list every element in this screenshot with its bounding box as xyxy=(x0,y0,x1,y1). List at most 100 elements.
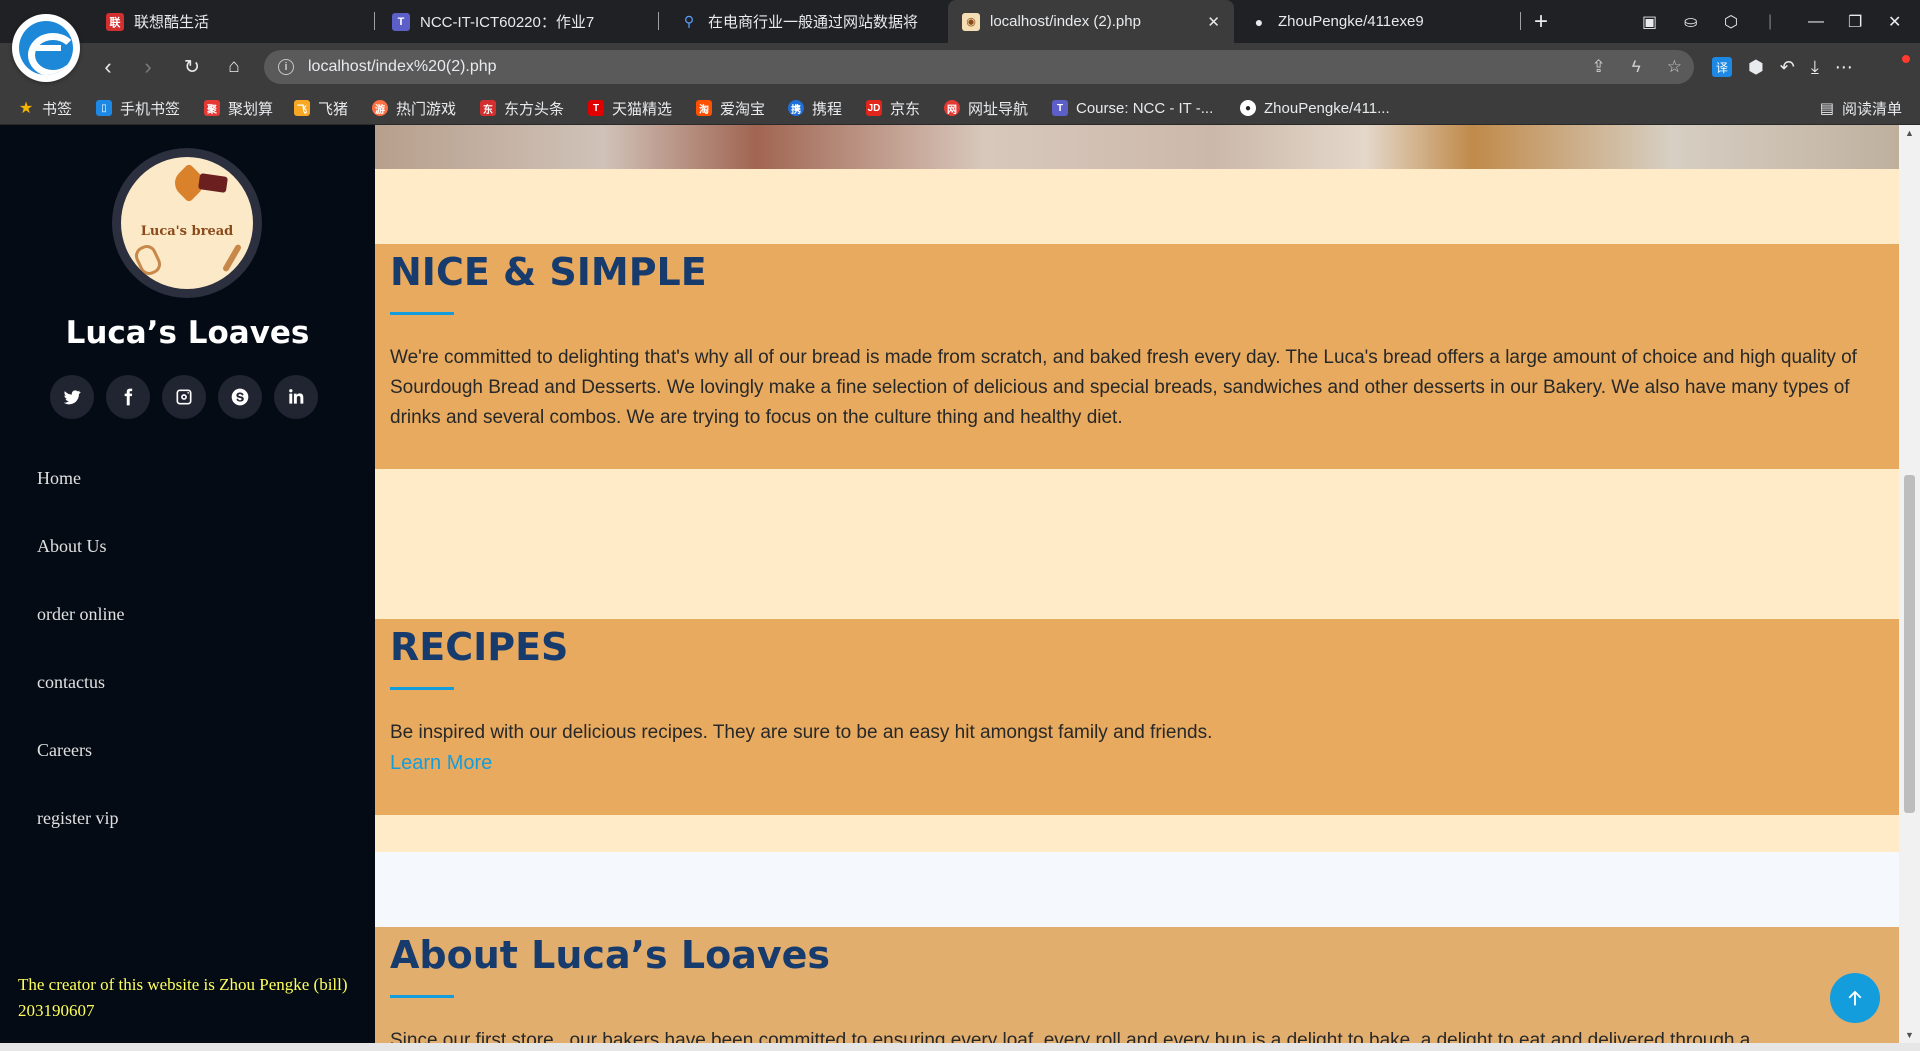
teams-icon: T xyxy=(1052,100,1068,116)
tab-label: 在电商行业一般通过网站数据将 xyxy=(708,14,919,31)
undo-icon[interactable]: ↶ xyxy=(1780,57,1795,78)
browser-logo-icon[interactable] xyxy=(12,14,80,82)
translate-icon[interactable]: 译 xyxy=(1712,57,1732,77)
github-icon: ● xyxy=(1240,100,1256,116)
tab-ncc[interactable]: T NCC-IT-ICT60220：作业7 xyxy=(378,0,660,43)
feizhu-icon: 飞 xyxy=(294,100,310,116)
dongfang-icon: 东 xyxy=(480,100,496,116)
bookmark-item[interactable]: 淘爱淘宝 xyxy=(696,91,765,125)
title-underline xyxy=(390,995,454,998)
bookmark-item[interactable]: ● ZhouPengke/411... xyxy=(1240,91,1390,125)
bookmark-item[interactable]: ▯ 手机书签 xyxy=(96,91,180,125)
tab-lenovo[interactable]: 联 联想酷生活 xyxy=(92,0,382,43)
section-nice-simple: NICE & SIMPLE We're committed to delight… xyxy=(375,244,1899,469)
home-button[interactable]: ⌂ xyxy=(218,51,250,83)
bookmark-item[interactable]: 游热门游戏 xyxy=(372,91,456,125)
tab-search[interactable]: ⚲ 在电商行业一般通过网站数据将 xyxy=(666,0,946,43)
star-icon[interactable]: ☆ xyxy=(1667,57,1682,77)
chocolate-icon xyxy=(198,173,228,193)
browser-tab-bar: 联 联想酷生活 T NCC-IT-ICT60220：作业7 ⚲ 在电商行业一般通… xyxy=(0,0,1920,43)
section-text: Be inspired with our delicious recipes. … xyxy=(390,722,1213,743)
close-tab-icon[interactable]: ✕ xyxy=(1207,13,1220,31)
nav-item-careers[interactable]: Careers xyxy=(37,740,124,808)
section-text: Since our first store , our bakers have … xyxy=(390,1030,1751,1043)
arrow-up-icon xyxy=(1848,990,1862,1006)
section-divider xyxy=(375,852,1899,927)
back-button[interactable]: ‹ xyxy=(92,51,124,83)
url-text[interactable]: localhost/index%20(2).php xyxy=(308,58,497,76)
section-about: About Luca’s Loaves Since our first stor… xyxy=(375,927,1899,1043)
tab-favicon-icon: 联 xyxy=(106,12,124,31)
hero-image xyxy=(375,125,1899,169)
tmall-icon: T xyxy=(588,100,604,116)
bookmark-item[interactable]: 携携程 xyxy=(788,91,842,125)
bookmark-item[interactable]: T Course: NCC - IT -... xyxy=(1052,91,1213,125)
new-tab-button[interactable]: + xyxy=(1534,0,1548,43)
main-content: NICE & SIMPLE We're committed to delight… xyxy=(375,125,1899,1043)
forward-button[interactable]: › xyxy=(132,51,164,83)
title-underline xyxy=(390,312,454,315)
site-logo[interactable]: Luca's bread xyxy=(112,148,262,298)
bookmark-item[interactable]: 聚聚划算 xyxy=(204,91,273,125)
address-toolbar: ‹ › ↻ ⌂ i localhost/index%20(2).php ⇪ ϟ … xyxy=(0,43,1920,91)
page-scrollbar[interactable]: ▲ ▼ xyxy=(1899,125,1920,1043)
minimize-button[interactable]: — xyxy=(1808,0,1824,43)
juhuasuan-icon: 聚 xyxy=(204,100,220,116)
linkedin-icon[interactable] xyxy=(274,375,318,419)
restore-button[interactable]: ❐ xyxy=(1848,0,1862,43)
bread-favicon-icon: ◉ xyxy=(962,12,980,31)
nav-item-home[interactable]: Home xyxy=(37,468,124,536)
bookmark-item[interactable]: JD 京东 xyxy=(866,91,920,125)
reload-button[interactable]: ↻ xyxy=(176,51,208,83)
incognito-icon[interactable]: ⛀ xyxy=(1684,0,1697,43)
twitter-icon[interactable] xyxy=(50,375,94,419)
site-name[interactable]: Luca’s Loaves xyxy=(0,315,375,351)
status-bar xyxy=(0,1043,1920,1051)
instagram-icon[interactable] xyxy=(162,375,206,419)
tab-list-icon[interactable]: ▣ xyxy=(1642,0,1657,43)
tab-favicon-icon: T xyxy=(392,12,410,31)
skype-icon[interactable] xyxy=(218,375,262,419)
wheat-icon xyxy=(221,243,243,273)
title-underline xyxy=(390,687,454,690)
nav-item-about-us[interactable]: About Us xyxy=(37,536,124,604)
url-bar[interactable]: i localhost/index%20(2).php ⇪ ϟ ☆ xyxy=(264,50,1694,84)
bookmark-item[interactable]: 网网址导航 xyxy=(944,91,1028,125)
close-window-button[interactable]: ✕ xyxy=(1888,0,1901,43)
phone-icon: ▯ xyxy=(96,100,112,116)
tab-localhost[interactable]: ◉ localhost/index (2).php ✕ xyxy=(948,0,1234,43)
back-to-top-button[interactable] xyxy=(1830,973,1880,1023)
more-icon[interactable]: ⋯ xyxy=(1835,57,1853,78)
nav-item-register-vip[interactable]: register vip xyxy=(37,808,124,876)
notification-dot xyxy=(1902,55,1910,63)
nav-item-order-online[interactable]: order online xyxy=(37,604,124,672)
section-text: We're committed to delighting that's why… xyxy=(390,347,1857,428)
puzzle-icon[interactable]: ⬢ xyxy=(1748,57,1764,78)
tab-github[interactable]: ● ZhouPengke/411exe9 xyxy=(1236,0,1526,43)
page-viewport: Luca's bread Luca’s Loaves Home About Us xyxy=(0,125,1920,1043)
bookmark-item[interactable]: 飞飞猪 xyxy=(294,91,348,125)
navigation-icon: 网 xyxy=(944,100,960,116)
tab-label: localhost/index (2).php xyxy=(990,13,1141,30)
scroll-up-arrow-icon[interactable]: ▲ xyxy=(1899,125,1920,141)
lightning-icon[interactable]: ϟ xyxy=(1632,57,1641,77)
bookmark-item[interactable]: T 天猫精选 xyxy=(588,91,672,125)
social-links xyxy=(50,375,318,419)
share-icon[interactable]: ⇪ xyxy=(1592,57,1606,77)
nav-item-contactus[interactable]: contactus xyxy=(37,672,124,740)
reading-list-button[interactable]: ▤ 阅读清单 xyxy=(1820,91,1902,125)
info-icon[interactable]: i xyxy=(278,59,294,75)
main-nav: Home About Us order online contactus Car… xyxy=(37,468,124,876)
bookmark-item[interactable]: 东东方头条 xyxy=(480,91,564,125)
extensions-icon[interactable]: ⬡ xyxy=(1724,0,1738,43)
learn-more-link[interactable]: Learn More xyxy=(390,752,492,774)
tab-label: 联想酷生活 xyxy=(134,14,210,31)
scroll-down-arrow-icon[interactable]: ▼ xyxy=(1899,1027,1920,1043)
download-icon[interactable]: ⤓ xyxy=(1811,57,1819,78)
games-icon: 游 xyxy=(372,100,388,116)
scroll-thumb[interactable] xyxy=(1904,475,1915,813)
bookmark-item[interactable]: ★ 书签 xyxy=(18,91,72,125)
search-icon: ⚲ xyxy=(683,13,695,29)
facebook-icon[interactable] xyxy=(106,375,150,419)
bookmarks-bar: ★ 书签 ▯ 手机书签 聚聚划算 飞飞猪 游热门游戏 东东方头条 T 天猫精选 淘爱淘… xyxy=(0,91,1920,125)
